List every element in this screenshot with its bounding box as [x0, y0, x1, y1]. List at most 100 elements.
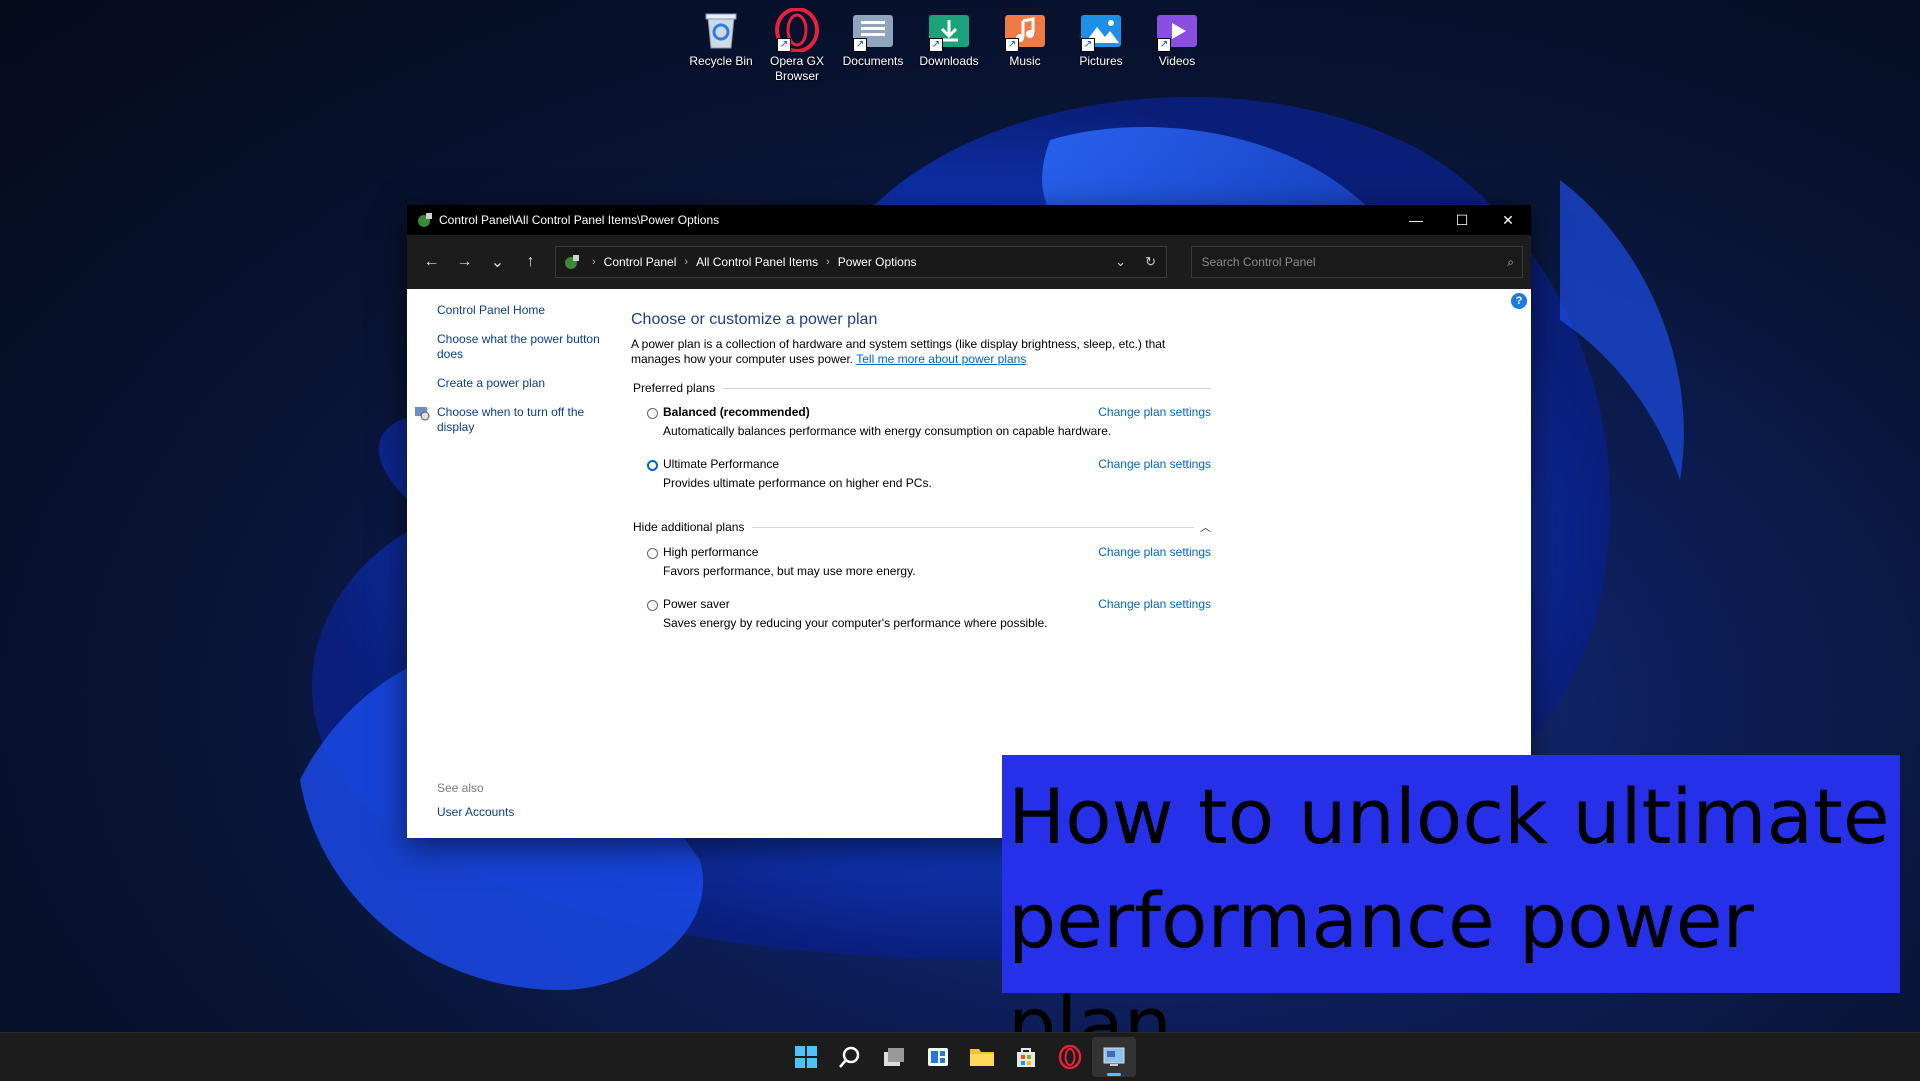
control-panel-icon — [1103, 1047, 1125, 1066]
taskbar — [0, 1032, 1920, 1081]
change-plan-settings-link[interactable]: Change plan settings — [1098, 545, 1211, 559]
file-explorer-icon — [970, 1049, 994, 1066]
opera-gx-icon — [1058, 1045, 1082, 1069]
plan-description: Saves energy by reducing your computer's… — [663, 616, 1048, 630]
breadcrumb-all-items[interactable]: All Control Panel Items — [696, 255, 818, 269]
see-also-section: See also User Accounts — [437, 781, 514, 819]
file-explorer-button[interactable] — [960, 1037, 1004, 1077]
microsoft-store-button[interactable] — [1004, 1037, 1048, 1077]
breadcrumb-chevron-icon: › — [592, 256, 596, 268]
shortcut-arrow-icon: ↗ — [1157, 38, 1171, 52]
recent-locations-button[interactable]: ⌄ — [481, 247, 514, 277]
recycle-bin-icon — [699, 8, 743, 52]
see-also-title: See also — [437, 781, 484, 795]
desktop-icon-documents[interactable]: ↗ Documents — [835, 8, 911, 84]
plan-balanced[interactable]: Balanced (recommended) Automatically bal… — [647, 405, 1211, 443]
start-button[interactable] — [784, 1037, 828, 1077]
main-panel: Choose or customize a power plan A power… — [631, 311, 1211, 635]
task-view-icon — [884, 1048, 904, 1066]
change-plan-settings-link[interactable]: Change plan settings — [1098, 457, 1211, 471]
turn-off-display-link[interactable]: Choose when to turn off the display — [437, 405, 607, 435]
plan-name: Power saver — [663, 597, 730, 611]
close-button[interactable]: ✕ — [1485, 205, 1531, 235]
change-plan-settings-link[interactable]: Change plan settings — [1098, 597, 1211, 611]
overlay-caption: How to unlock ultimate performance power… — [1002, 755, 1900, 1069]
plan-description: Provides ultimate performance on higher … — [663, 476, 932, 490]
breadcrumb-power-options[interactable]: Power Options — [838, 255, 917, 269]
plan-description: Favors performance, but may use more ene… — [663, 564, 916, 578]
forward-button[interactable]: → — [448, 247, 481, 277]
radio-high-performance[interactable] — [647, 548, 658, 559]
desktop-icon-recycle-bin[interactable]: Recycle Bin — [683, 8, 759, 84]
control-panel-icon — [565, 255, 579, 269]
control-panel-home-link[interactable]: Control Panel Home — [437, 303, 607, 318]
user-accounts-link[interactable]: User Accounts — [437, 805, 514, 819]
opera-gx-icon: ↗ — [775, 8, 819, 52]
power-button-link[interactable]: Choose what the power button does — [437, 332, 607, 362]
desktop-icon-downloads[interactable]: ↗ Downloads — [911, 8, 987, 84]
search-box[interactable]: ⌕ — [1190, 246, 1523, 278]
music-folder-icon: ↗ — [1003, 8, 1047, 52]
breadcrumb-chevron-icon: › — [826, 256, 830, 268]
address-bar[interactable]: › Control Panel › All Control Panel Item… — [555, 246, 1167, 278]
videos-folder-icon: ↗ — [1155, 8, 1199, 52]
desktop-icon-label: Music — [1009, 54, 1041, 68]
preferred-plans-label: Preferred plans — [633, 381, 716, 395]
maximize-button[interactable]: ☐ — [1439, 205, 1485, 235]
window-title: Control Panel\All Control Panel Items\Po… — [439, 213, 720, 227]
preferred-plans-header: Preferred plans — [631, 381, 1211, 395]
power-options-icon — [418, 213, 432, 227]
desktop-icon-videos[interactable]: ↗ Videos — [1139, 8, 1215, 84]
downloads-folder-icon: ↗ — [927, 8, 971, 52]
breadcrumb-control-panel[interactable]: Control Panel — [604, 255, 677, 269]
desktop-icon-label: Opera GX Browser — [769, 54, 825, 83]
minimize-button[interactable]: — — [1393, 205, 1439, 235]
chevron-up-icon[interactable]: ︿ — [1200, 519, 1211, 535]
start-icon — [795, 1046, 817, 1068]
additional-plans-header[interactable]: Hide additional plans ︿ — [631, 519, 1211, 535]
back-button[interactable]: ← — [415, 247, 448, 277]
plan-high-performance[interactable]: High performance Favors performance, but… — [647, 545, 1211, 583]
task-view-button[interactable] — [872, 1037, 916, 1077]
radio-balanced[interactable] — [647, 408, 658, 419]
shortcut-arrow-icon: ↗ — [853, 38, 867, 52]
title-bar[interactable]: Control Panel\All Control Panel Items\Po… — [407, 205, 1531, 235]
control-panel-taskbar-button[interactable] — [1092, 1037, 1136, 1077]
search-button[interactable] — [828, 1037, 872, 1077]
desktop-icon-label: Downloads — [919, 54, 979, 68]
desktop-icon-music[interactable]: ↗ Music — [987, 8, 1063, 84]
desktop-icon-pictures[interactable]: ↗ Pictures — [1063, 8, 1139, 84]
navigation-bar: ← → ⌄ ↑ › Control Panel › All Control Pa… — [407, 235, 1531, 289]
help-icon[interactable]: ? — [1511, 293, 1527, 309]
plan-description: Automatically balances performance with … — [663, 424, 1112, 438]
refresh-icon[interactable]: ↻ — [1136, 254, 1166, 270]
search-icon[interactable]: ⌕ — [1507, 255, 1514, 270]
hide-additional-plans-label[interactable]: Hide additional plans — [633, 520, 744, 534]
shortcut-arrow-icon: ↗ — [1005, 38, 1019, 52]
pictures-folder-icon: ↗ — [1079, 8, 1123, 52]
radio-ultimate-performance[interactable] — [647, 460, 658, 471]
sidebar: Control Panel Home Choose what the power… — [415, 303, 607, 449]
breadcrumb-chevron-icon: › — [684, 256, 689, 268]
learn-more-link[interactable]: Tell me more about power plans — [856, 352, 1026, 366]
widgets-button[interactable] — [916, 1037, 960, 1077]
documents-folder-icon: ↗ — [851, 8, 895, 52]
shortcut-arrow-icon: ↗ — [929, 38, 943, 52]
page-title: Choose or customize a power plan — [631, 311, 878, 328]
widgets-icon — [928, 1048, 948, 1066]
desktop-icon-opera-gx[interactable]: ↗ Opera GX Browser — [759, 8, 835, 84]
change-plan-settings-link[interactable]: Change plan settings — [1098, 405, 1211, 419]
opera-gx-taskbar-button[interactable] — [1048, 1037, 1092, 1077]
desktop-icon-label: Documents — [842, 54, 904, 68]
up-button[interactable]: ↑ — [514, 247, 547, 277]
create-power-plan-link[interactable]: Create a power plan — [437, 376, 607, 391]
desktop-icon-label: Pictures — [1079, 54, 1123, 68]
radio-power-saver[interactable] — [647, 600, 658, 611]
address-dropdown-icon[interactable]: ⌄ — [1106, 254, 1136, 270]
search-input[interactable] — [1199, 254, 1508, 270]
plan-ultimate-performance[interactable]: Ultimate Performance Provides ultimate p… — [647, 457, 1211, 495]
desktop-icon-label: Videos — [1158, 54, 1196, 68]
shortcut-arrow-icon: ↗ — [777, 38, 791, 52]
plan-power-saver[interactable]: Power saver Saves energy by reducing you… — [647, 597, 1211, 635]
microsoft-store-icon — [1017, 1048, 1035, 1067]
